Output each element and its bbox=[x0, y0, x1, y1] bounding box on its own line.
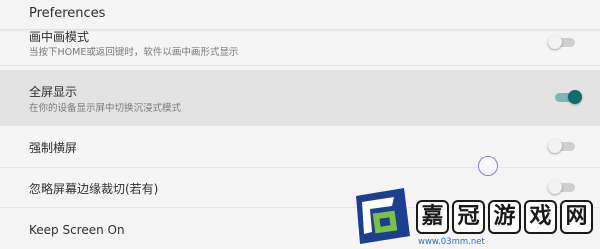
setting-row-force-landscape[interactable]: 强制横屏 bbox=[0, 126, 600, 168]
force-landscape-toggle[interactable] bbox=[548, 139, 578, 153]
setting-row-fullscreen[interactable]: 全屏显示 在你的设备显示屏中切换沉浸式模式 bbox=[0, 70, 600, 126]
setting-subtitle: 在你的设备显示屏中切换沉浸式模式 bbox=[29, 103, 182, 114]
page-title: Preferences bbox=[29, 6, 106, 21]
watermark-char: 戏 bbox=[524, 200, 557, 234]
setting-title: 忽略屏幕边缘裁切(若有) bbox=[29, 182, 159, 196]
watermark-url: www.03mm.net bbox=[418, 237, 485, 247]
preferences-header: Preferences bbox=[0, 0, 600, 30]
setting-title: 画中画模式 bbox=[29, 30, 90, 44]
setting-title: 全屏显示 bbox=[29, 85, 78, 99]
watermark: 嘉 冠 游 戏 网 www.03mm.net bbox=[350, 182, 600, 249]
setting-title: 强制横屏 bbox=[29, 141, 78, 155]
touch-indicator-icon bbox=[478, 156, 498, 176]
toggle-thumb bbox=[548, 35, 562, 49]
watermark-char: 游 bbox=[488, 200, 521, 234]
watermark-char: 网 bbox=[560, 200, 593, 234]
pip-mode-toggle[interactable] bbox=[548, 35, 578, 49]
watermark-char: 冠 bbox=[452, 200, 485, 234]
toggle-thumb bbox=[568, 90, 582, 104]
toggle-thumb bbox=[548, 139, 562, 153]
fullscreen-toggle[interactable] bbox=[552, 90, 582, 104]
watermark-logo-icon bbox=[356, 188, 410, 244]
setting-title: Keep Screen On bbox=[29, 223, 125, 237]
watermark-char: 嘉 bbox=[416, 200, 449, 234]
setting-subtitle: 当按下HOME或返回键时，软件以画中画形式显示 bbox=[29, 47, 239, 58]
setting-row-pip-mode[interactable]: 画中画模式 当按下HOME或返回键时，软件以画中画形式显示 bbox=[0, 30, 600, 66]
